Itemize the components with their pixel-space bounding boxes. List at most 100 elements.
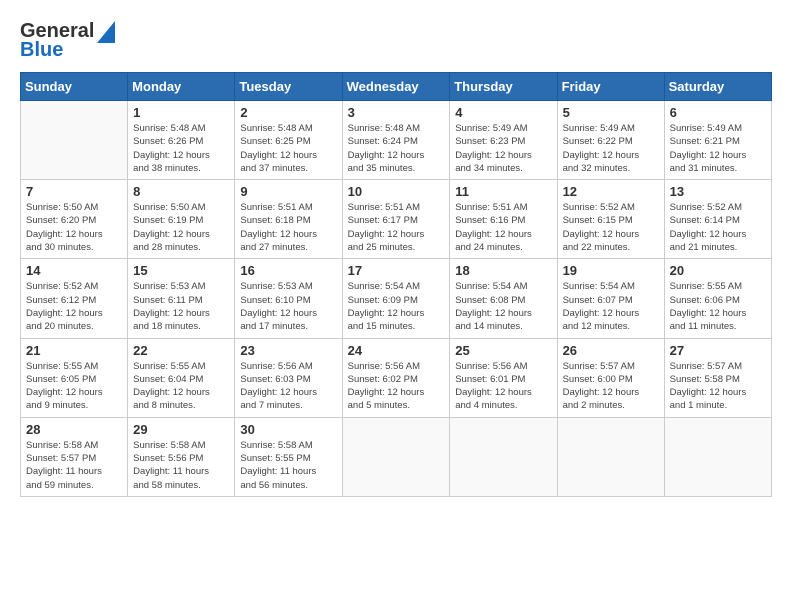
day-info: Sunrise: 5:56 AM Sunset: 6:03 PM Dayligh…	[240, 360, 336, 413]
calendar-cell	[21, 101, 128, 180]
day-info: Sunrise: 5:49 AM Sunset: 6:22 PM Dayligh…	[563, 122, 659, 175]
calendar-cell: 16 Sunrise: 5:53 AM Sunset: 6:10 PM Dayli…	[235, 259, 342, 338]
day-number: 24	[348, 343, 445, 358]
weekday-header: Saturday	[664, 73, 771, 101]
weekday-header: Monday	[128, 73, 235, 101]
day-info: Sunrise: 5:49 AM Sunset: 6:21 PM Dayligh…	[670, 122, 766, 175]
calendar-cell: 11Sunrise: 5:51 AM Sunset: 6:16 PM Dayli…	[450, 180, 557, 259]
day-number: 1	[133, 105, 229, 120]
calendar-cell: 26 Sunrise: 5:57 AM Sunset: 6:00 PM Dayli…	[557, 338, 664, 417]
day-number: 12	[563, 184, 659, 199]
day-info: Sunrise: 5:50 AM Sunset: 6:19 PM Dayligh…	[133, 201, 229, 254]
calendar-cell: 9 Sunrise: 5:51 AM Sunset: 6:18 PM Daylig…	[235, 180, 342, 259]
page-header: General Blue	[20, 20, 772, 62]
weekday-header: Friday	[557, 73, 664, 101]
calendar-cell	[342, 417, 450, 496]
calendar-cell: 25Sunrise: 5:56 AM Sunset: 6:01 PM Dayli…	[450, 338, 557, 417]
day-info: Sunrise: 5:55 AM Sunset: 6:05 PM Dayligh…	[26, 360, 122, 413]
day-number: 22	[133, 343, 229, 358]
calendar-cell: 30Sunrise: 5:58 AM Sunset: 5:55 PM Dayli…	[235, 417, 342, 496]
day-info: Sunrise: 5:53 AM Sunset: 6:10 PM Dayligh…	[240, 280, 336, 333]
day-number: 14	[26, 263, 122, 278]
day-number: 3	[348, 105, 445, 120]
day-info: Sunrise: 5:58 AM Sunset: 5:57 PM Dayligh…	[26, 439, 122, 492]
day-info: Sunrise: 5:52 AM Sunset: 6:12 PM Dayligh…	[26, 280, 122, 333]
day-info: Sunrise: 5:50 AM Sunset: 6:20 PM Dayligh…	[26, 201, 122, 254]
calendar-cell: 29 Sunrise: 5:58 AM Sunset: 5:56 PM Dayli…	[128, 417, 235, 496]
day-info: Sunrise: 5:54 AM Sunset: 6:08 PM Dayligh…	[455, 280, 551, 333]
logo: General Blue	[20, 20, 115, 62]
calendar-cell: 24Sunrise: 5:56 AM Sunset: 6:02 PM Dayli…	[342, 338, 450, 417]
calendar-cell: 4 Sunrise: 5:49 AM Sunset: 6:23 PM Daylig…	[450, 101, 557, 180]
day-number: 9	[240, 184, 336, 199]
day-number: 15	[133, 263, 229, 278]
day-number: 4	[455, 105, 551, 120]
day-info: Sunrise: 5:48 AM Sunset: 6:24 PM Dayligh…	[348, 122, 445, 175]
day-info: Sunrise: 5:57 AM Sunset: 5:58 PM Dayligh…	[670, 360, 766, 413]
calendar-cell: 18Sunrise: 5:54 AM Sunset: 6:08 PM Dayli…	[450, 259, 557, 338]
calendar-cell: 17 Sunrise: 5:54 AM Sunset: 6:09 PM Dayli…	[342, 259, 450, 338]
calendar-cell: 12Sunrise: 5:52 AM Sunset: 6:15 PM Dayli…	[557, 180, 664, 259]
weekday-header: Thursday	[450, 73, 557, 101]
day-number: 17	[348, 263, 445, 278]
calendar-cell: 1 Sunrise: 5:48 AM Sunset: 6:26 PM Daylig…	[128, 101, 235, 180]
calendar-week-row: 1 Sunrise: 5:48 AM Sunset: 6:26 PM Daylig…	[21, 101, 772, 180]
calendar-cell: 3 Sunrise: 5:48 AM Sunset: 6:24 PM Daylig…	[342, 101, 450, 180]
weekday-header: Wednesday	[342, 73, 450, 101]
day-number: 16	[240, 263, 336, 278]
day-number: 19	[563, 263, 659, 278]
calendar-cell: 23 Sunrise: 5:56 AM Sunset: 6:03 PM Dayli…	[235, 338, 342, 417]
calendar-cell: 28Sunrise: 5:58 AM Sunset: 5:57 PM Dayli…	[21, 417, 128, 496]
calendar-table: SundayMondayTuesdayWednesdayThursdayFrid…	[20, 72, 772, 497]
calendar-cell: 19 Sunrise: 5:54 AM Sunset: 6:07 PM Dayli…	[557, 259, 664, 338]
weekday-header: Tuesday	[235, 73, 342, 101]
calendar-cell: 21 Sunrise: 5:55 AM Sunset: 6:05 PM Dayli…	[21, 338, 128, 417]
day-info: Sunrise: 5:54 AM Sunset: 6:07 PM Dayligh…	[563, 280, 659, 333]
day-info: Sunrise: 5:58 AM Sunset: 5:56 PM Dayligh…	[133, 439, 229, 492]
calendar-cell: 8 Sunrise: 5:50 AM Sunset: 6:19 PM Daylig…	[128, 180, 235, 259]
day-info: Sunrise: 5:53 AM Sunset: 6:11 PM Dayligh…	[133, 280, 229, 333]
calendar-cell: 27 Sunrise: 5:57 AM Sunset: 5:58 PM Dayli…	[664, 338, 771, 417]
day-info: Sunrise: 5:55 AM Sunset: 6:06 PM Dayligh…	[670, 280, 766, 333]
calendar-cell: 22 Sunrise: 5:55 AM Sunset: 6:04 PM Dayli…	[128, 338, 235, 417]
calendar-cell: 14 Sunrise: 5:52 AM Sunset: 6:12 PM Dayli…	[21, 259, 128, 338]
day-number: 6	[670, 105, 766, 120]
day-number: 21	[26, 343, 122, 358]
day-number: 2	[240, 105, 336, 120]
calendar-cell: 20Sunrise: 5:55 AM Sunset: 6:06 PM Dayli…	[664, 259, 771, 338]
day-info: Sunrise: 5:51 AM Sunset: 6:18 PM Dayligh…	[240, 201, 336, 254]
weekday-header: Sunday	[21, 73, 128, 101]
day-number: 30	[240, 422, 336, 437]
day-number: 26	[563, 343, 659, 358]
calendar-cell: 5 Sunrise: 5:49 AM Sunset: 6:22 PM Daylig…	[557, 101, 664, 180]
day-info: Sunrise: 5:57 AM Sunset: 6:00 PM Dayligh…	[563, 360, 659, 413]
calendar-cell	[450, 417, 557, 496]
calendar-cell: 7 Sunrise: 5:50 AM Sunset: 6:20 PM Daylig…	[21, 180, 128, 259]
calendar-cell	[557, 417, 664, 496]
calendar-cell: 13 Sunrise: 5:52 AM Sunset: 6:14 PM Dayli…	[664, 180, 771, 259]
day-number: 13	[670, 184, 766, 199]
day-info: Sunrise: 5:54 AM Sunset: 6:09 PM Dayligh…	[348, 280, 445, 333]
day-number: 29	[133, 422, 229, 437]
day-number: 7	[26, 184, 122, 199]
calendar-cell: 15 Sunrise: 5:53 AM Sunset: 6:11 PM Dayli…	[128, 259, 235, 338]
calendar-header-row: SundayMondayTuesdayWednesdayThursdayFrid…	[21, 73, 772, 101]
day-number: 11	[455, 184, 551, 199]
day-number: 5	[563, 105, 659, 120]
day-info: Sunrise: 5:56 AM Sunset: 6:01 PM Dayligh…	[455, 360, 551, 413]
day-info: Sunrise: 5:51 AM Sunset: 6:17 PM Dayligh…	[348, 201, 445, 254]
calendar-week-row: 28Sunrise: 5:58 AM Sunset: 5:57 PM Dayli…	[21, 417, 772, 496]
calendar-cell: 10 Sunrise: 5:51 AM Sunset: 6:17 PM Dayli…	[342, 180, 450, 259]
calendar-week-row: 21 Sunrise: 5:55 AM Sunset: 6:05 PM Dayli…	[21, 338, 772, 417]
day-info: Sunrise: 5:49 AM Sunset: 6:23 PM Dayligh…	[455, 122, 551, 175]
day-info: Sunrise: 5:52 AM Sunset: 6:14 PM Dayligh…	[670, 201, 766, 254]
day-number: 10	[348, 184, 445, 199]
day-info: Sunrise: 5:48 AM Sunset: 6:25 PM Dayligh…	[240, 122, 336, 175]
day-number: 23	[240, 343, 336, 358]
day-info: Sunrise: 5:55 AM Sunset: 6:04 PM Dayligh…	[133, 360, 229, 413]
logo-blue: Blue	[20, 39, 115, 62]
calendar-cell: 2 Sunrise: 5:48 AM Sunset: 6:25 PM Daylig…	[235, 101, 342, 180]
day-number: 8	[133, 184, 229, 199]
day-info: Sunrise: 5:48 AM Sunset: 6:26 PM Dayligh…	[133, 122, 229, 175]
day-number: 27	[670, 343, 766, 358]
